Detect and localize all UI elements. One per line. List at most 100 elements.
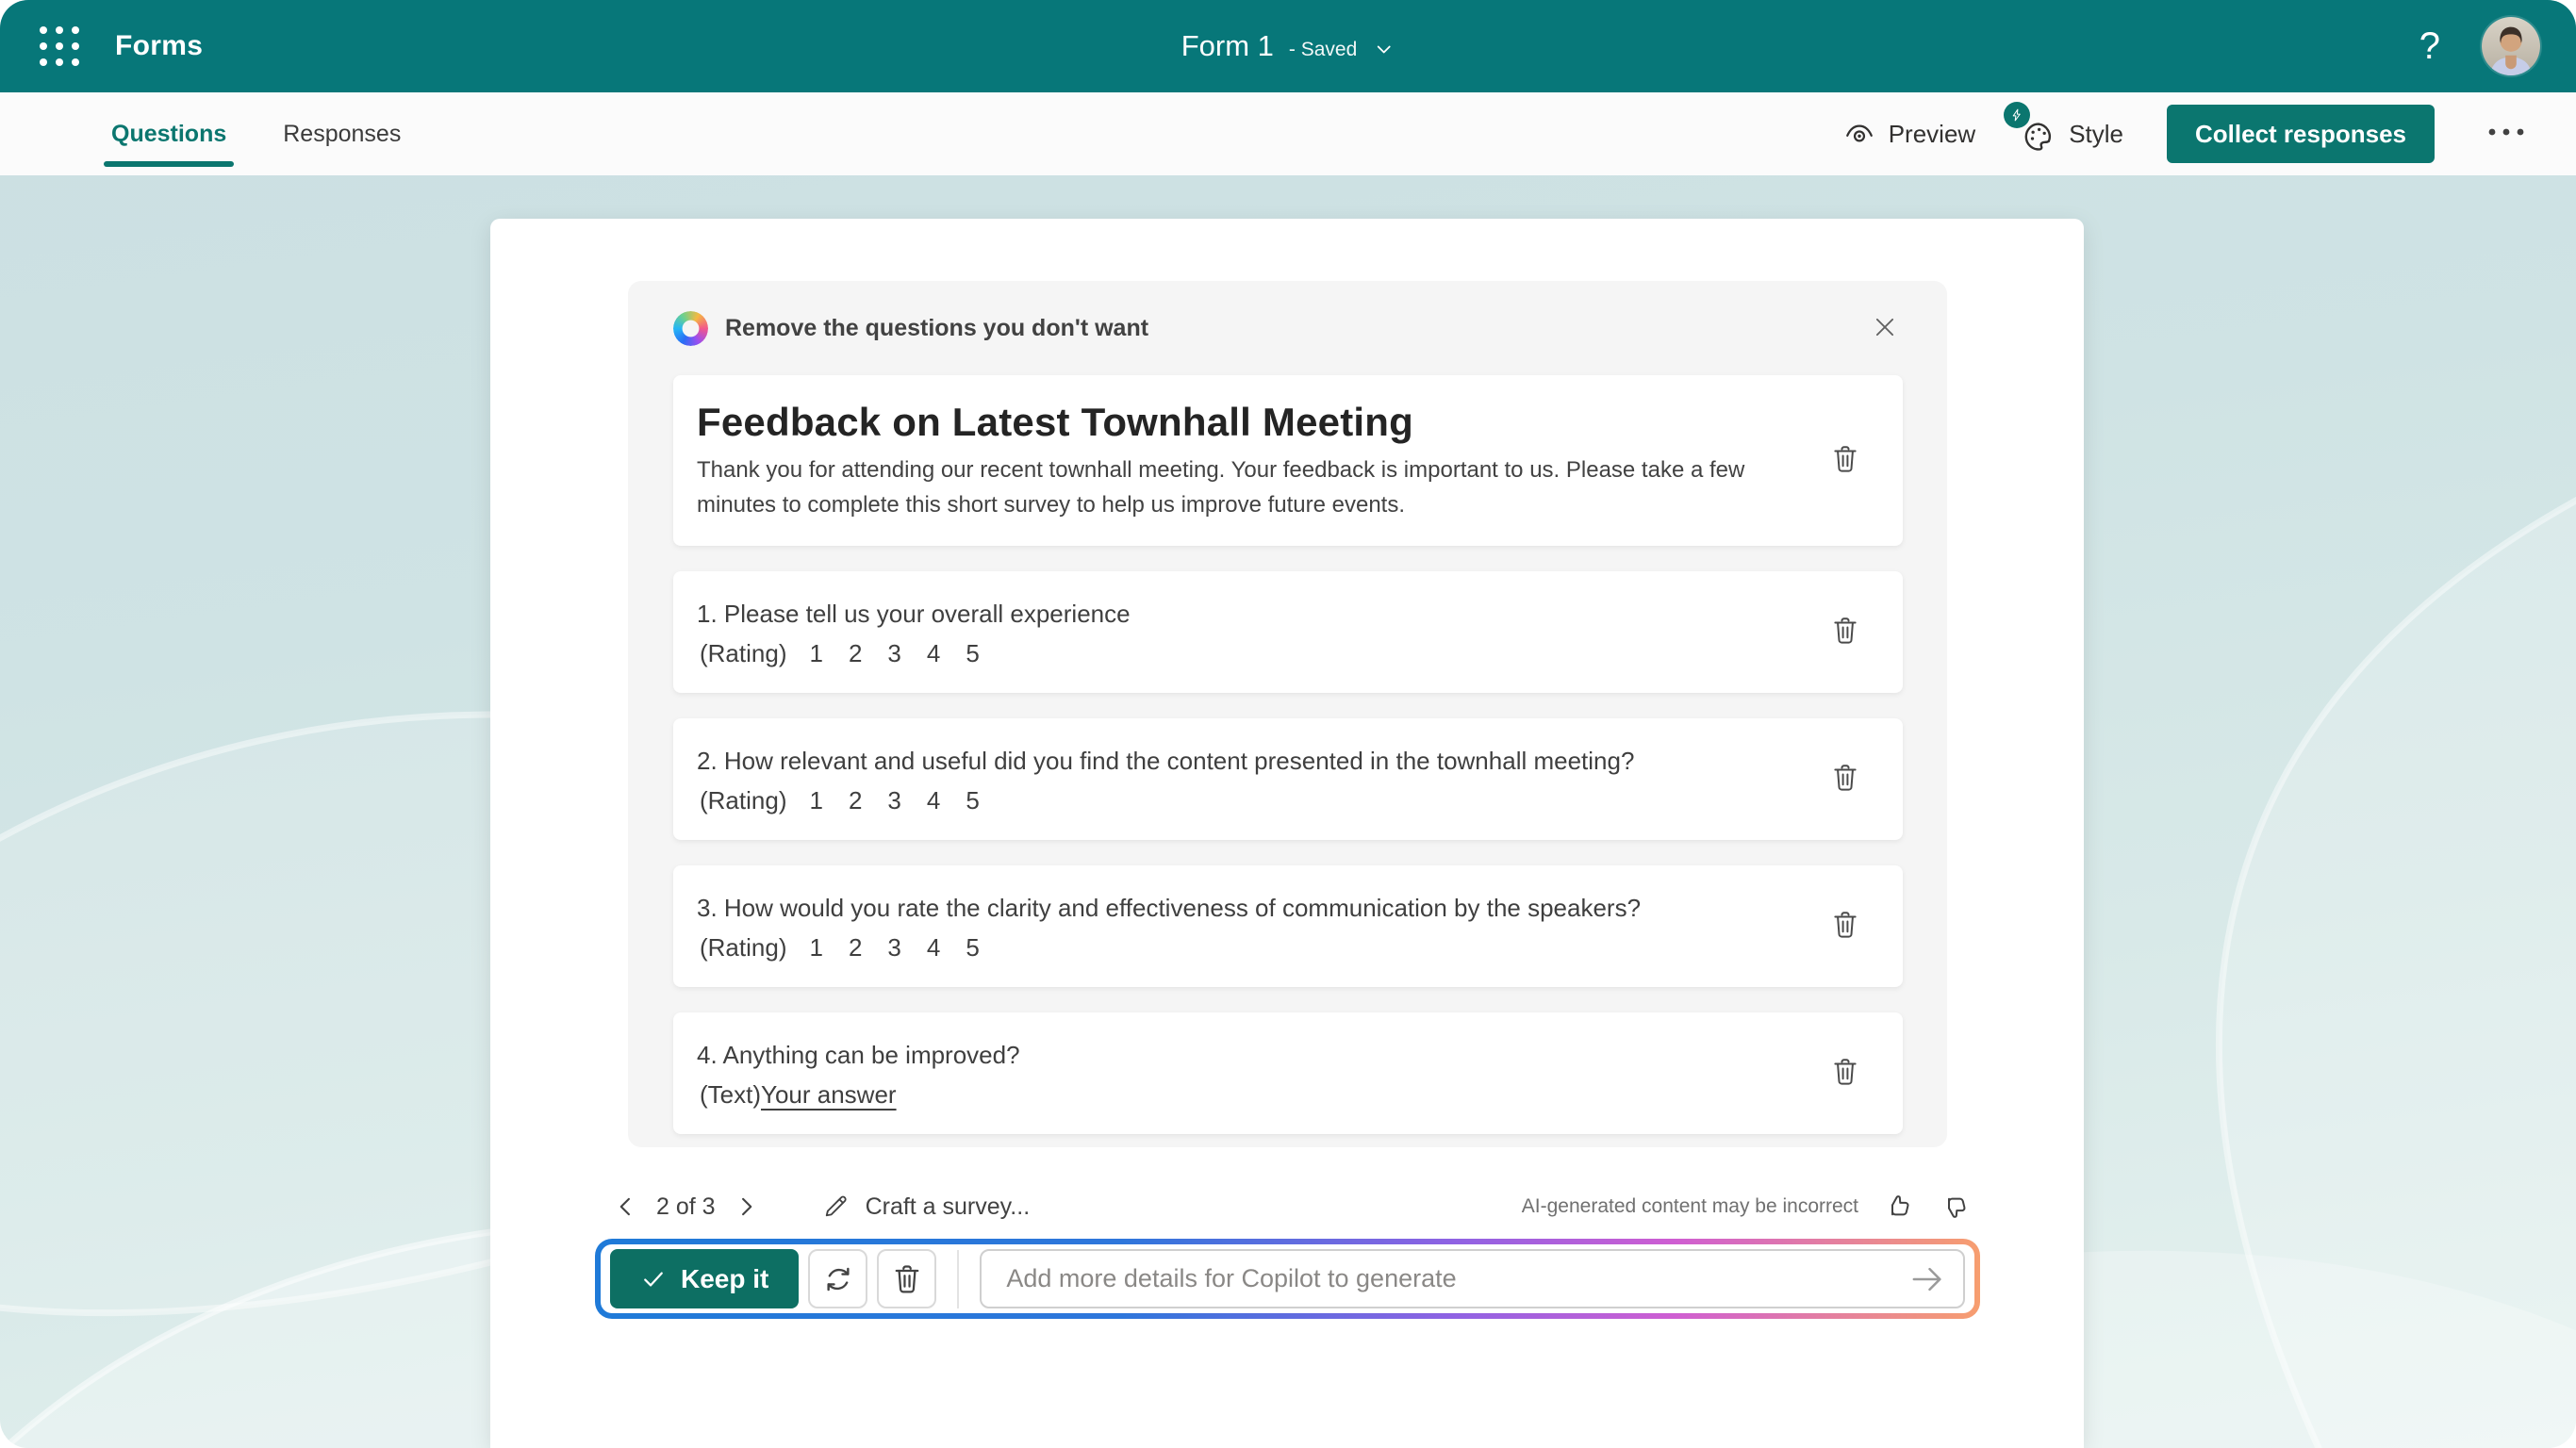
delete-question-button[interactable]: [1824, 609, 1867, 655]
checkmark-icon: [644, 1271, 663, 1287]
delete-question-button[interactable]: [1824, 756, 1867, 802]
rating-option: 1: [809, 932, 823, 962]
rating-option: 4: [926, 785, 941, 814]
rating-option: 2: [848, 785, 863, 814]
close-icon: [1875, 318, 1894, 336]
rating-option: 1: [809, 785, 823, 814]
rating-scale: 12345: [809, 639, 979, 668]
eye-icon: [1845, 124, 1873, 142]
rating-scale: 12345: [809, 786, 979, 815]
palette-icon: [2024, 123, 2052, 151]
text-answer-placeholder: Your answer: [761, 1079, 897, 1109]
chevron-left-icon: [619, 1197, 630, 1216]
avatar-photo-icon: [2482, 17, 2540, 75]
thumbs-down-button[interactable]: [1938, 1190, 1972, 1224]
preview-button[interactable]: Preview: [1842, 117, 1975, 151]
help-icon[interactable]: ?: [2419, 27, 2440, 65]
preview-label: Preview: [1888, 119, 1976, 148]
app-header: Forms Form 1 - Saved ?: [0, 0, 2576, 92]
question-type: (Rating): [700, 638, 787, 667]
form-title-section: Feedback on Latest Townhall Meeting Than…: [673, 375, 1903, 546]
rating-scale: 12345: [809, 933, 979, 963]
rating-option: 5: [966, 785, 980, 814]
trash-icon: [1834, 912, 1857, 938]
question-type: (Rating): [700, 932, 787, 962]
thumbs-up-button[interactable]: [1881, 1190, 1915, 1224]
ai-disclaimer: AI-generated content may be incorrect: [1521, 1195, 1858, 1217]
rating-option: 3: [887, 932, 901, 962]
forms-app-window: Forms Form 1 - Saved ? Questions Respons…: [0, 0, 2576, 1448]
question-row: 2. How relevant and useful did you find …: [673, 718, 1903, 840]
form-description: Thank you for attending our recent townh…: [697, 456, 1745, 518]
prompt-history-button[interactable]: Craft a survey...: [821, 1193, 1031, 1221]
form-title: Feedback on Latest Townhall Meeting: [697, 399, 1413, 444]
keep-it-label: Keep it: [681, 1263, 769, 1293]
thumb-up-icon: [1891, 1195, 1909, 1216]
rating-option: 5: [966, 638, 980, 667]
trash-icon: [1834, 617, 1857, 644]
delete-question-button[interactable]: [1824, 903, 1867, 949]
copilot-suggestion-panel: Remove the questions you don't want Feed…: [628, 281, 1947, 1147]
trash-icon: [1834, 446, 1857, 472]
divider: [957, 1249, 960, 1308]
question-text: 3. How would you rate the clarity and ef…: [697, 893, 1642, 922]
pencil-icon: [825, 1195, 847, 1217]
ellipsis-icon: [2488, 128, 2524, 135]
question-row: 1. Please tell us your overall experienc…: [673, 571, 1903, 693]
rating-option: 4: [926, 638, 941, 667]
prompt-label: Craft a survey...: [865, 1193, 1031, 1220]
rating-option: 3: [887, 638, 901, 667]
tab-responses[interactable]: Responses: [283, 115, 401, 154]
regenerate-button[interactable]: [808, 1249, 868, 1308]
more-options-button[interactable]: [2478, 118, 2535, 151]
document-title-menu[interactable]: Form 1 - Saved: [1181, 29, 1395, 63]
tab-questions[interactable]: Questions: [103, 115, 235, 167]
trash-icon: [1834, 765, 1857, 791]
rating-option: 2: [848, 638, 863, 667]
suggestion-page-label: 2 of 3: [656, 1193, 716, 1220]
rating-option: 5: [966, 932, 980, 962]
copilot-prompt-input[interactable]: [980, 1249, 1965, 1308]
question-row: 4. Anything can be improved? (Text) Your…: [673, 1012, 1903, 1134]
send-button[interactable]: [1905, 1257, 1950, 1302]
style-button[interactable]: Style: [2004, 102, 2124, 153]
rating-option: 4: [926, 932, 941, 962]
delete-question-button[interactable]: [1824, 1050, 1867, 1096]
chevron-right-icon: [741, 1197, 751, 1216]
question-row: 3. How would you rate the clarity and ef…: [673, 865, 1903, 987]
secondary-toolbar: Questions Responses Preview Style Collec…: [0, 92, 2576, 175]
form-name: Form 1: [1181, 29, 1274, 62]
rating-option: 3: [887, 785, 901, 814]
question-type: (Rating): [700, 785, 787, 814]
close-panel-button[interactable]: [1867, 309, 1903, 348]
save-status: - Saved: [1288, 39, 1358, 60]
copilot-panel-title: Remove the questions you don't want: [725, 314, 1149, 341]
suggestion-nav-row: 2 of 3 Craft a survey... AI-generated co…: [609, 1181, 1972, 1232]
delete-section-button[interactable]: [1824, 437, 1867, 484]
style-label: Style: [2069, 119, 2124, 148]
rating-option: 2: [848, 932, 863, 962]
app-title: Forms: [115, 30, 204, 61]
view-tabs: Questions Responses: [103, 115, 401, 167]
chevron-down-icon: [1377, 45, 1391, 54]
previous-suggestion-button[interactable]: [609, 1190, 643, 1224]
arrow-right-icon: [1912, 1267, 1941, 1291]
question-text: 1. Please tell us your overall experienc…: [697, 599, 1131, 628]
rating-option: 1: [809, 638, 823, 667]
discard-button[interactable]: [877, 1249, 937, 1308]
trash-icon: [1834, 1059, 1857, 1085]
copilot-command-bar: Keep it: [595, 1239, 1980, 1319]
user-avatar[interactable]: [2482, 17, 2540, 75]
refresh-icon: [827, 1267, 850, 1291]
question-type: (Text): [700, 1079, 761, 1109]
collect-responses-button[interactable]: Collect responses: [2167, 105, 2435, 163]
thumb-down-icon: [1948, 1197, 1966, 1218]
app-launcher-icon[interactable]: [40, 26, 79, 66]
keep-it-button[interactable]: Keep it: [610, 1249, 800, 1308]
question-text: 2. How relevant and useful did you find …: [697, 746, 1635, 775]
copilot-icon: [673, 310, 708, 346]
form-editor-card: Remove the questions you don't want Feed…: [490, 219, 2084, 1448]
trash-icon: [895, 1264, 919, 1292]
next-suggestion-button[interactable]: [729, 1190, 763, 1224]
question-text: 4. Anything can be improved?: [697, 1040, 1020, 1069]
